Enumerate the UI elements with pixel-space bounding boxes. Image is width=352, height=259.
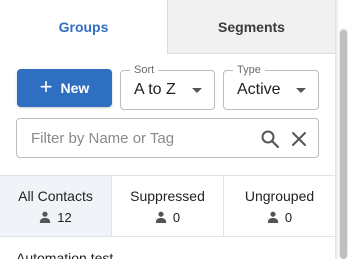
list-item[interactable]: Automation test <box>16 250 113 259</box>
type-legend: Type <box>233 63 265 77</box>
stat-ungrouped[interactable]: Ungrouped 0 <box>224 176 335 236</box>
stat-label: All Contacts <box>18 187 93 204</box>
tab-bar: Groups Segments <box>0 0 335 54</box>
stat-count-value: 12 <box>57 209 72 225</box>
tab-groups[interactable]: Groups <box>0 0 167 54</box>
person-icon <box>40 211 51 223</box>
sort-select[interactable]: Sort A to Z <box>120 63 215 110</box>
tab-segments[interactable]: Segments <box>167 0 335 54</box>
contact-stats: All Contacts 12 Suppressed 0 Ungrouped 0 <box>0 175 335 237</box>
filter-placeholder: Filter by Name or Tag <box>31 130 175 147</box>
stat-count-value: 0 <box>284 209 293 225</box>
sort-value: A to Z <box>134 81 176 98</box>
type-value: Active <box>237 81 281 98</box>
groups-panel: Groups Segments + New Sort A to Z Type A… <box>0 0 335 259</box>
filter-input[interactable]: Filter by Name or Tag <box>16 118 319 158</box>
close-icon[interactable] <box>289 129 309 149</box>
stat-label: Suppressed <box>130 187 205 204</box>
stat-all-contacts[interactable]: All Contacts 12 <box>0 176 112 236</box>
type-select[interactable]: Type Active <box>223 63 319 110</box>
stat-suppressed[interactable]: Suppressed 0 <box>112 176 224 236</box>
stat-count: 12 <box>39 209 72 225</box>
new-button-label: New <box>60 80 90 96</box>
search-icon[interactable] <box>260 129 280 149</box>
caret-down-icon <box>192 88 202 93</box>
stat-count: 0 <box>155 210 180 225</box>
stat-label: Ungrouped <box>244 187 315 204</box>
sort-legend: Sort <box>130 63 159 77</box>
person-icon <box>155 211 167 223</box>
caret-down-icon <box>296 88 306 93</box>
stat-count-value: 0 <box>172 209 181 225</box>
plus-icon: + <box>39 74 53 99</box>
stat-count: 0 <box>267 210 292 225</box>
new-button[interactable]: + New <box>17 69 112 107</box>
person-icon <box>267 211 279 223</box>
scrollbar-thumb[interactable] <box>340 30 347 259</box>
